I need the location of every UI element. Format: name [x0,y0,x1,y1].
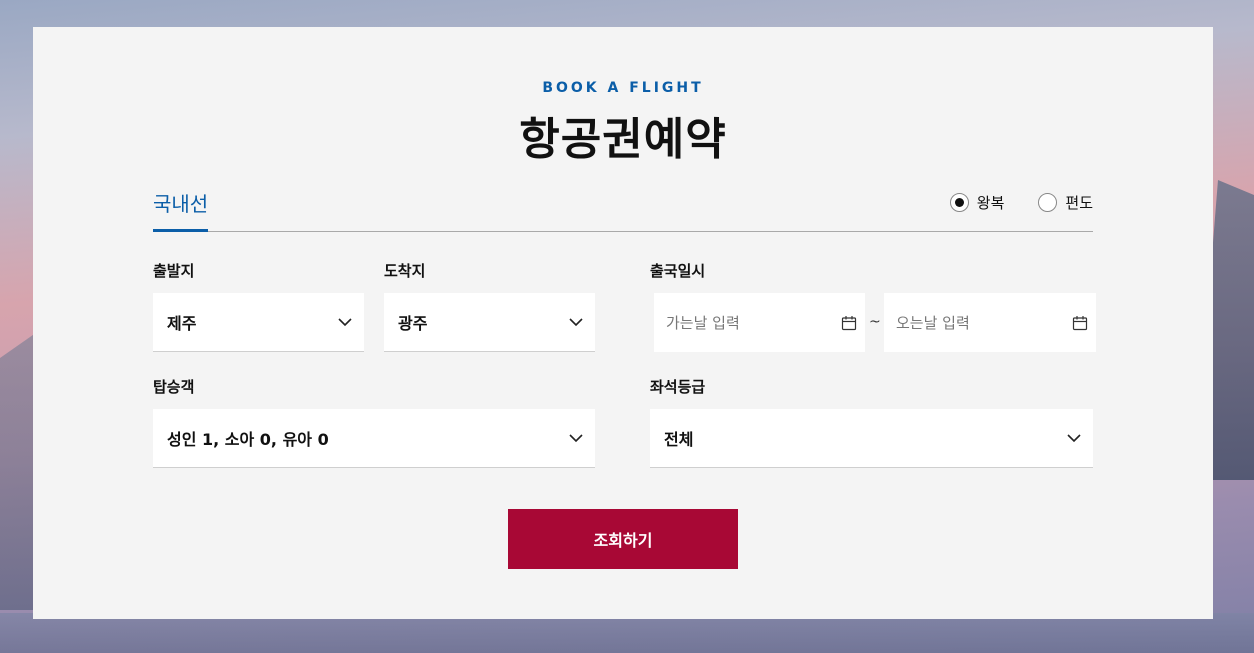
seat-class-value: 전체 [664,430,694,449]
radio-checked-icon [949,193,969,212]
destination-select[interactable]: 광주 [384,293,595,352]
trip-type-roundtrip-label: 왕복 [976,194,1005,212]
chevron-down-icon [569,434,583,443]
tab-bar: 국내선 왕복 편도 [153,187,1093,232]
radio-unchecked-icon [1038,193,1058,212]
calendar-icon[interactable] [1072,315,1088,331]
trip-type-group: 왕복 편도 [949,192,1093,213]
page-title: 항공권예약 [519,114,727,165]
depart-date-input[interactable] [664,312,818,333]
return-date-field[interactable] [884,293,1096,352]
origin-label: 출발지 [153,262,195,280]
tab-domestic[interactable]: 국내선 [153,187,209,232]
search-button[interactable]: 조회하기 [508,509,738,569]
depart-date-field[interactable] [654,293,865,352]
destination-value: 광주 [398,314,428,333]
chevron-down-icon [1067,434,1081,443]
destination-label: 도착지 [384,262,426,280]
chevron-down-icon [569,318,583,327]
trip-type-roundtrip[interactable]: 왕복 [949,192,1005,213]
passengers-label: 탑승객 [153,378,195,396]
dates-label: 출국일시 [650,262,706,280]
passengers-value: 성인 1, 소아 0, 유아 0 [167,430,329,449]
background-wing-bottom [0,613,1254,653]
return-date-input[interactable] [894,312,1048,333]
seat-class-select[interactable]: 전체 [650,409,1093,468]
section-eyebrow: BOOK A FLIGHT [542,80,704,96]
origin-value: 제주 [167,314,197,333]
calendar-icon[interactable] [841,315,857,331]
trip-type-oneway[interactable]: 편도 [1038,192,1093,213]
seat-class-label: 좌석등급 [650,378,706,396]
passengers-select[interactable]: 성인 1, 소아 0, 유아 0 [153,409,595,468]
date-separator: ~ [869,314,881,330]
origin-select[interactable]: 제주 [153,293,364,352]
booking-panel: BOOK A FLIGHT 항공권예약 국내선 왕복 편도 출발지 도착지 출국… [33,27,1213,619]
trip-type-oneway-label: 편도 [1065,194,1093,212]
chevron-down-icon [338,318,352,327]
